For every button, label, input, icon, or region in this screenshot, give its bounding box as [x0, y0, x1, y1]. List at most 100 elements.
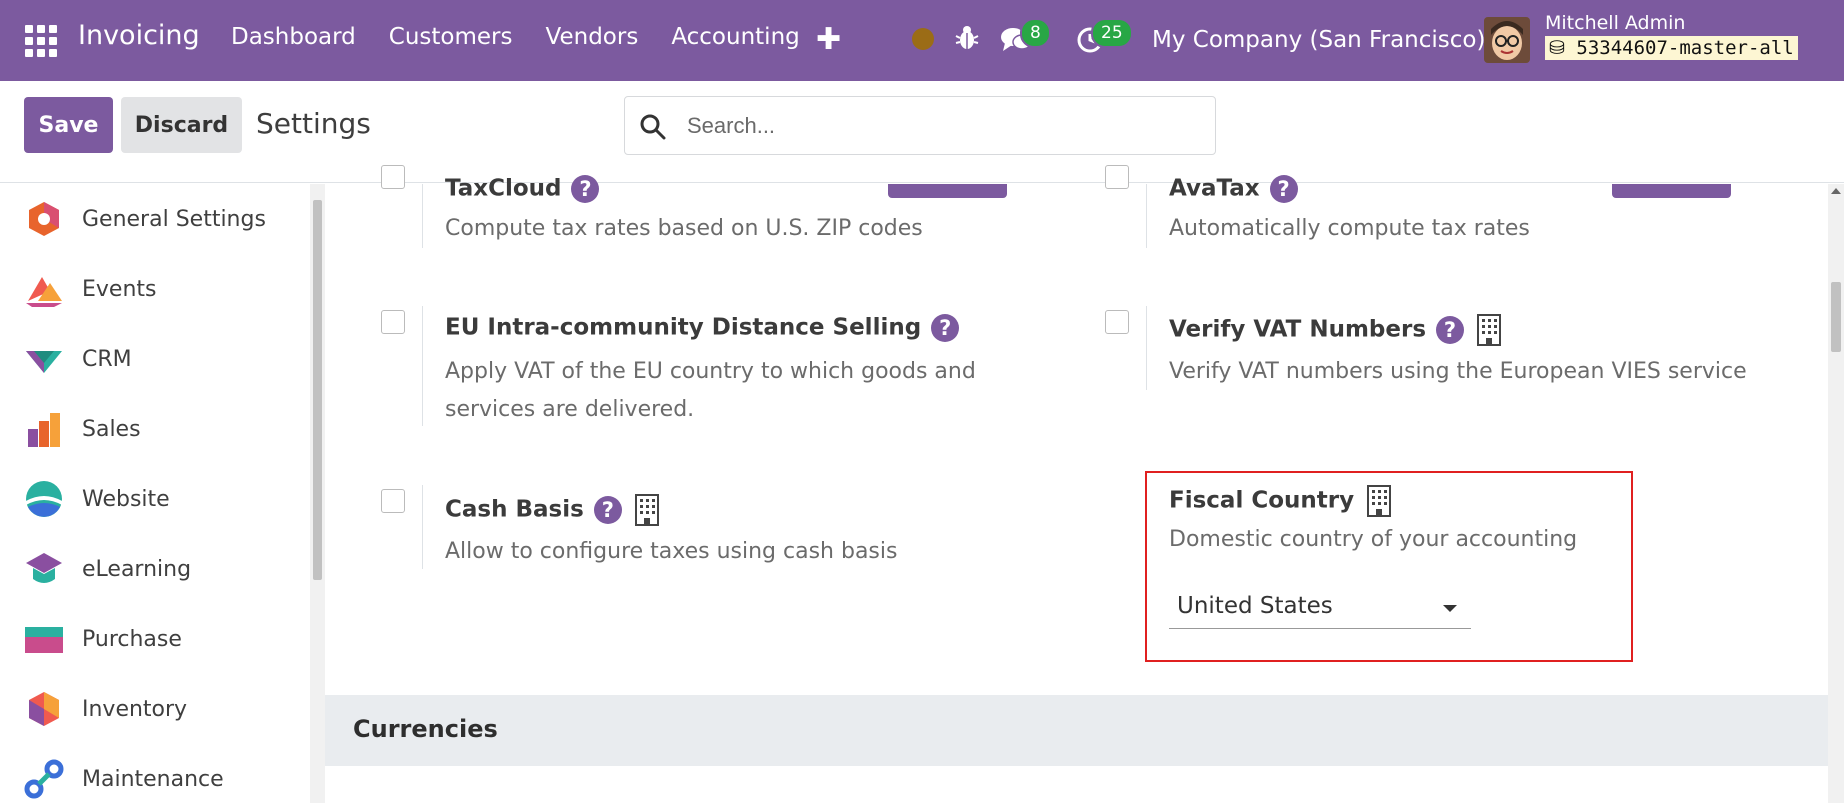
fiscal-country-desc: Domestic country of your accounting [1169, 527, 1578, 552]
database-badge: ⛁ 53344607-master-all [1545, 36, 1798, 60]
sidebar-item-label: General Settings [82, 206, 266, 232]
inventory-icon [29, 692, 59, 726]
eu-distance-title-text: EU Intra-community Distance Selling [445, 314, 922, 341]
verify-vat-title-text: Verify VAT Numbers [1169, 316, 1427, 343]
upgrade-tag[interactable] [1612, 184, 1731, 198]
section-currencies: Currencies [325, 695, 1828, 766]
sidebar-scrollbar[interactable] [310, 184, 325, 803]
database-name: 53344607-master-all [1576, 37, 1794, 59]
app-name[interactable]: Invoicing [78, 20, 200, 51]
activities-count-badge: 25 [1091, 18, 1133, 48]
page-title: Settings [256, 107, 371, 140]
divider [422, 485, 423, 569]
cash-basis-desc: Allow to configure taxes using cash basi… [445, 539, 898, 564]
taxcloud-desc: Compute tax rates based on U.S. ZIP code… [445, 216, 923, 241]
help-icon[interactable]: ? [571, 175, 600, 203]
top-navbar: Invoicing Dashboard Customers Vendors Ac… [0, 0, 1844, 81]
verify-vat-checkbox[interactable] [1105, 310, 1129, 334]
search-input[interactable] [687, 111, 1187, 141]
sidebar-item-website[interactable]: Website [24, 471, 304, 527]
cash-basis-title-text: Cash Basis [445, 496, 584, 523]
control-panel: Save Discard Settings [0, 81, 1844, 183]
building-icon [1477, 314, 1502, 346]
avatax-checkbox[interactable] [1105, 165, 1129, 189]
taxcloud-checkbox[interactable] [381, 165, 405, 189]
app-menu-icon[interactable] [25, 25, 57, 57]
eu-distance-desc: Apply VAT of the EU country to which goo… [445, 359, 976, 422]
scroll-up-icon[interactable] [1831, 188, 1841, 194]
divider [422, 306, 423, 426]
sidebar-item-elearning[interactable]: eLearning [24, 541, 304, 597]
user-name[interactable]: Mitchell Admin [1545, 12, 1685, 34]
sidebar-item-label: Website [82, 486, 170, 512]
maintenance-icon [24, 759, 64, 799]
building-icon [634, 494, 659, 526]
divider [422, 184, 423, 248]
settings-sidebar: General Settings Events CRM Sales Websit… [0, 184, 310, 803]
fiscal-country-title: Fiscal Country [1169, 485, 1392, 517]
divider [1146, 184, 1147, 248]
bug-icon[interactable] [954, 24, 980, 52]
search-icon[interactable] [639, 113, 667, 141]
fiscal-country-title-text: Fiscal Country [1169, 487, 1355, 514]
verify-vat-desc: Verify VAT numbers using the European VI… [1169, 359, 1747, 384]
help-icon[interactable]: ? [1269, 175, 1298, 203]
website-icon [26, 481, 62, 517]
main-menu: Dashboard Customers Vendors Accounting [231, 24, 833, 50]
discard-button[interactable]: Discard [121, 97, 242, 153]
plus-icon[interactable]: ✚ [816, 22, 841, 57]
building-icon [1367, 485, 1392, 517]
sidebar-item-label: Inventory [82, 696, 188, 722]
avatar[interactable] [1484, 17, 1530, 63]
elearning-icon [26, 553, 62, 583]
divider [1146, 306, 1147, 390]
menu-customers[interactable]: Customers [389, 24, 513, 50]
content-scrollbar[interactable] [1828, 184, 1844, 803]
save-button[interactable]: Save [24, 97, 113, 153]
eu-distance-title: EU Intra-community Distance Selling? [445, 314, 960, 342]
avatax-title: AvaTax? [1169, 175, 1298, 203]
verify-vat-title: Verify VAT Numbers? [1169, 314, 1502, 346]
status-dot-icon[interactable] [912, 28, 934, 50]
sidebar-item-label: Maintenance [82, 766, 224, 792]
sidebar-item-label: Events [82, 276, 157, 302]
help-icon[interactable]: ? [593, 496, 622, 524]
menu-accounting[interactable]: Accounting [671, 24, 799, 50]
crm-icon [26, 351, 62, 373]
sidebar-item-label: CRM [82, 346, 132, 372]
cash-basis-title: Cash Basis? [445, 494, 660, 526]
menu-dashboard[interactable]: Dashboard [231, 24, 356, 50]
section-title: Currencies [353, 715, 498, 743]
general-settings-icon [29, 202, 59, 236]
upgrade-tag[interactable] [888, 184, 1007, 198]
caret-down-icon[interactable] [1443, 605, 1457, 612]
sidebar-item-purchase[interactable]: Purchase [24, 611, 304, 667]
sidebar-item-events[interactable]: Events [24, 261, 304, 317]
sidebar-item-sales[interactable]: Sales [24, 401, 304, 457]
avatax-desc: Automatically compute tax rates [1169, 216, 1530, 241]
sidebar-item-crm[interactable]: CRM [24, 331, 304, 387]
fiscal-country-select[interactable]: United States [1169, 589, 1471, 629]
eu-distance-checkbox[interactable] [381, 310, 405, 334]
database-icon: ⛁ [1549, 37, 1565, 59]
sidebar-item-label: eLearning [82, 556, 192, 582]
events-icon [26, 277, 62, 307]
avatax-title-text: AvaTax [1169, 175, 1260, 202]
taxcloud-title-text: TaxCloud [445, 175, 562, 202]
sidebar-item-maintenance[interactable]: Maintenance [24, 751, 304, 803]
search-box[interactable] [624, 96, 1216, 155]
purchase-icon [25, 627, 63, 653]
sales-icon [28, 413, 60, 447]
sidebar-item-inventory[interactable]: Inventory [24, 681, 304, 737]
taxcloud-title: TaxCloud? [445, 175, 600, 203]
help-icon[interactable]: ? [1436, 316, 1465, 344]
fiscal-country-value: United States [1177, 593, 1333, 619]
sidebar-item-general-settings[interactable]: General Settings [24, 191, 304, 247]
sidebar-item-label: Purchase [82, 626, 182, 652]
cash-basis-checkbox[interactable] [381, 489, 405, 513]
messages-count-badge: 8 [1020, 18, 1051, 48]
sidebar-item-label: Sales [82, 416, 141, 442]
menu-vendors[interactable]: Vendors [546, 24, 639, 50]
company-switcher[interactable]: My Company (San Francisco) [1152, 27, 1485, 53]
help-icon[interactable]: ? [931, 314, 960, 342]
